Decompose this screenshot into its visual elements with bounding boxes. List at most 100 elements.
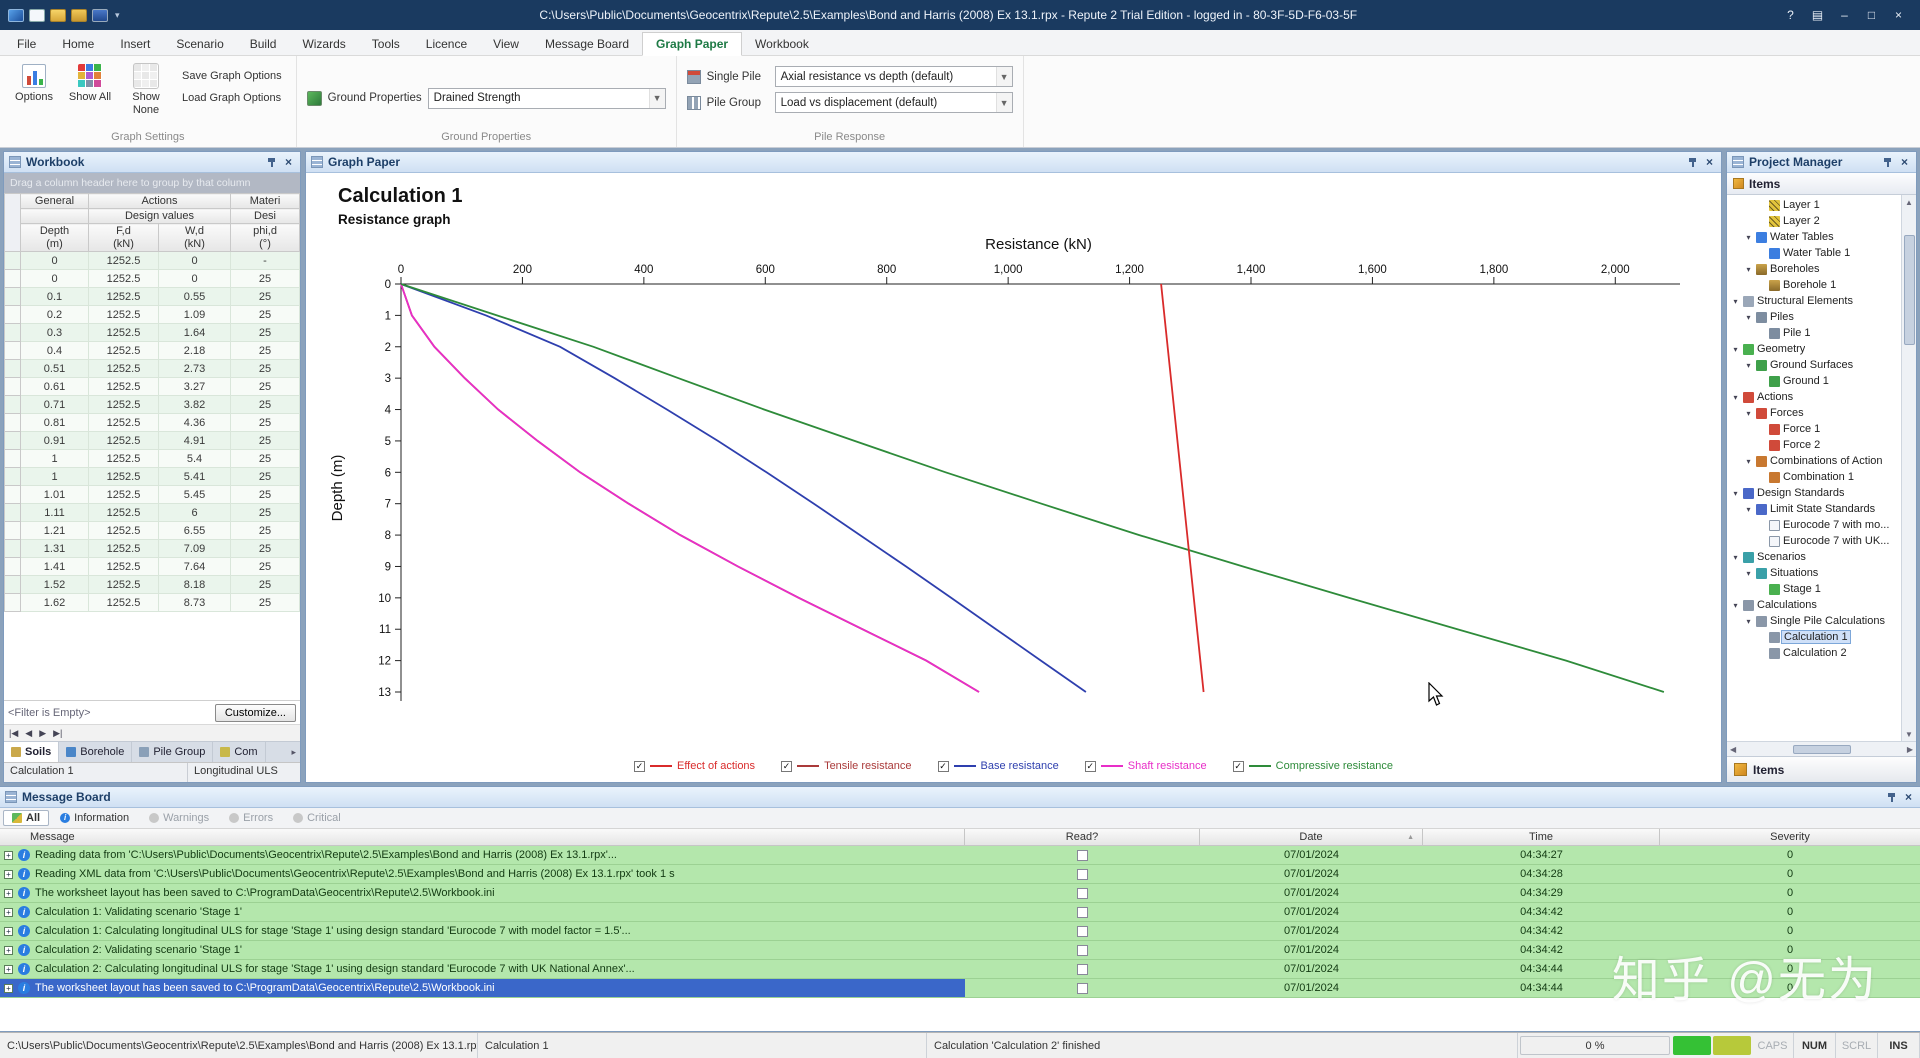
- workbook-cell[interactable]: 1252.5: [88, 557, 159, 576]
- workbook-cell[interactable]: 1252.5: [88, 287, 159, 306]
- tree-item-ground-surfaces[interactable]: ▾ Ground Surfaces: [1727, 357, 1901, 373]
- workbook-cell[interactable]: 25: [230, 323, 300, 342]
- message-tab-warnings[interactable]: Warnings: [140, 810, 218, 826]
- tree-item-ground-1[interactable]: Ground 1: [1727, 373, 1901, 389]
- column-date[interactable]: Date ▲: [1200, 829, 1423, 845]
- workbook-cell[interactable]: 25: [230, 449, 300, 468]
- ground-properties-select[interactable]: Drained Strength ▼: [427, 87, 666, 109]
- read-checkbox[interactable]: [1077, 868, 1088, 880]
- tree-item-single-pile-calculations[interactable]: ▾ Single Pile Calculations: [1727, 613, 1901, 629]
- workbook-cell[interactable]: 0.71: [20, 395, 89, 414]
- tree-item-calculations[interactable]: ▾ Calculations: [1727, 597, 1901, 613]
- column-severity[interactable]: Severity: [1660, 829, 1920, 845]
- tree-item-water-tables[interactable]: ▾ Water Tables: [1727, 229, 1901, 245]
- message-row[interactable]: + i The worksheet layout has been saved to…: [0, 884, 1920, 903]
- workbook-cell[interactable]: 25: [230, 341, 300, 360]
- workbook-cell[interactable]: 1252.5: [88, 575, 159, 594]
- help-button[interactable]: ?: [1777, 5, 1804, 25]
- workbook-cell[interactable]: 1.41: [20, 557, 89, 576]
- workbook-cell[interactable]: 25: [230, 593, 300, 612]
- workbook-cell[interactable]: 25: [230, 467, 300, 486]
- workbook-tab-pile-group[interactable]: Pile Group: [132, 742, 214, 762]
- tree-item-water-table-1[interactable]: Water Table 1: [1727, 245, 1901, 261]
- tree-item-structural-elements[interactable]: ▾ Structural Elements: [1727, 293, 1901, 309]
- workbook-cell[interactable]: 1252.5: [88, 449, 159, 468]
- expand-icon[interactable]: +: [4, 983, 13, 993]
- workbook-cell[interactable]: 25: [230, 287, 300, 306]
- collapse-arrow-icon[interactable]: ▾: [1744, 361, 1753, 370]
- workbook-cell[interactable]: 1252.5: [88, 377, 159, 396]
- workbook-cell[interactable]: 0: [20, 269, 89, 288]
- pin-icon[interactable]: [1886, 792, 1897, 803]
- workbook-cell[interactable]: 0.51: [20, 359, 89, 378]
- tree-item-geometry[interactable]: ▾ Geometry: [1727, 341, 1901, 357]
- column-fd[interactable]: F,d (kN): [88, 223, 159, 252]
- scroll-down-icon[interactable]: ▼: [1905, 727, 1913, 741]
- header-design-values[interactable]: Design values: [87, 208, 232, 224]
- workbook-cell[interactable]: 7.09: [157, 539, 232, 558]
- tree-item-design-standards[interactable]: ▾ Design Standards: [1727, 485, 1901, 501]
- table-row[interactable]: 0.1 1252.5 0.55 25: [4, 287, 300, 306]
- menu-tab-tools[interactable]: Tools: [359, 33, 413, 55]
- last-record-icon[interactable]: ▶|: [53, 728, 62, 739]
- tree-item-borehole-1[interactable]: Borehole 1: [1727, 277, 1901, 293]
- menu-tab-home[interactable]: Home: [49, 33, 107, 55]
- table-row[interactable]: 1.52 1252.5 8.18 25: [4, 575, 300, 594]
- read-checkbox[interactable]: [1077, 982, 1088, 994]
- tree-item-pile-1[interactable]: Pile 1: [1727, 325, 1901, 341]
- workbook-cell[interactable]: 1252.5: [88, 341, 159, 360]
- message-cell[interactable]: + i The worksheet layout has been saved to…: [0, 884, 965, 902]
- workbook-cell[interactable]: 25: [230, 485, 300, 504]
- workbook-cell[interactable]: 1.01: [20, 485, 89, 504]
- tree-item-combinations-of-action[interactable]: ▾ Combinations of Action: [1727, 453, 1901, 469]
- tree-item-forces[interactable]: ▾ Forces: [1727, 405, 1901, 421]
- column-read[interactable]: Read?: [965, 829, 1200, 845]
- collapse-arrow-icon[interactable]: ▾: [1744, 409, 1753, 418]
- workbook-cell[interactable]: 0.81: [20, 413, 89, 432]
- table-row[interactable]: 0.91 1252.5 4.91 25: [4, 431, 300, 450]
- collapse-arrow-icon[interactable]: ▾: [1744, 313, 1753, 322]
- table-row[interactable]: 0 1252.5 0-: [4, 251, 300, 270]
- workbook-cell[interactable]: 6.55: [157, 521, 232, 540]
- workbook-cell[interactable]: 1252.5: [88, 521, 159, 540]
- header-design2[interactable]: Desi: [230, 208, 300, 224]
- workbook-cell[interactable]: 25: [230, 431, 300, 450]
- workbook-cell[interactable]: 25: [230, 557, 300, 576]
- workbook-cell[interactable]: 0: [20, 251, 89, 270]
- scroll-left-icon[interactable]: ◀: [1730, 745, 1736, 754]
- menu-tab-scenario[interactable]: Scenario: [163, 33, 236, 55]
- collapse-arrow-icon[interactable]: ▾: [1744, 233, 1753, 242]
- save-file-icon[interactable]: [92, 8, 108, 22]
- workbook-cell[interactable]: 1.62: [20, 593, 89, 612]
- layout-button[interactable]: ▤: [1804, 5, 1831, 25]
- workbook-cell[interactable]: 0.2: [20, 305, 89, 324]
- workbook-cell[interactable]: 0.91: [20, 431, 89, 450]
- message-cell[interactable]: + i The worksheet layout has been saved to…: [0, 979, 965, 997]
- maximize-button[interactable]: □: [1858, 5, 1885, 25]
- menu-tab-workbook[interactable]: Workbook: [742, 33, 822, 55]
- workbook-cell[interactable]: 1.09: [157, 305, 232, 324]
- table-row[interactable]: 1.41 1252.5 7.64 25: [4, 557, 300, 576]
- workbook-cell[interactable]: 1252.5: [88, 395, 159, 414]
- table-row[interactable]: 1.11 1252.5 6 25: [4, 503, 300, 522]
- expand-icon[interactable]: +: [4, 945, 13, 955]
- tree-item-situations[interactable]: ▾ Situations: [1727, 565, 1901, 581]
- collapse-arrow-icon[interactable]: ▾: [1744, 569, 1753, 578]
- tree-item-calculation-2[interactable]: Calculation 2: [1727, 645, 1901, 661]
- read-checkbox[interactable]: [1077, 963, 1088, 975]
- collapse-arrow-icon[interactable]: ▾: [1744, 265, 1753, 274]
- open-example-icon[interactable]: [71, 8, 87, 22]
- table-row[interactable]: 0 1252.5 0 25: [4, 269, 300, 288]
- read-checkbox[interactable]: [1077, 925, 1088, 937]
- tree-item-force-1[interactable]: Force 1: [1727, 421, 1901, 437]
- customize-button[interactable]: Customize...: [214, 703, 296, 722]
- message-cell[interactable]: + i Reading XML data from 'C:\Users\Public…: [0, 865, 965, 883]
- workbook-cell[interactable]: 1.21: [20, 521, 89, 540]
- read-checkbox[interactable]: [1077, 887, 1088, 899]
- collapse-arrow-icon[interactable]: ▾: [1731, 601, 1740, 610]
- open-file-icon[interactable]: [50, 8, 66, 22]
- workbook-cell[interactable]: 25: [230, 305, 300, 324]
- workbook-cell[interactable]: 25: [230, 575, 300, 594]
- next-record-icon[interactable]: ▶: [39, 728, 46, 739]
- tree-item-scenarios[interactable]: ▾ Scenarios: [1727, 549, 1901, 565]
